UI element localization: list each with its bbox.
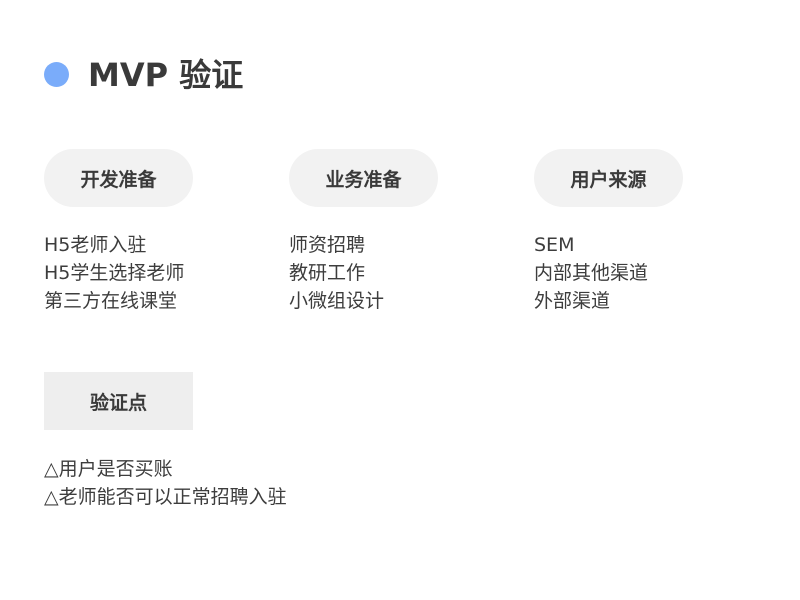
list-item: 外部渠道 (534, 290, 611, 312)
dev-prep-list: H5老师入驻 H5学生选择老师 第三方在线课堂 (44, 231, 184, 315)
business-prep-list: 师资招聘 教研工作 小微组设计 (289, 231, 384, 315)
slide: MVP 验证 开发准备 业务准备 用户来源 H5老师入驻 H5学生选择老师 第三… (0, 0, 800, 600)
list-item: H5学生选择老师 (44, 262, 185, 284)
list-item: 教研工作 (289, 262, 366, 284)
user-source-heading: 用户来源 (534, 149, 683, 207)
page-title: MVP 验证 (88, 56, 244, 94)
list-item: H5老师入驻 (44, 234, 147, 256)
list-item: 第三方在线课堂 (44, 290, 178, 312)
dev-prep-heading: 开发准备 (44, 149, 193, 207)
list-item: △老师能否可以正常招聘入驻 (44, 486, 287, 508)
list-item: 内部其他渠道 (534, 262, 649, 284)
verification-heading: 验证点 (44, 372, 193, 430)
user-source-list: SEM 内部其他渠道 外部渠道 (534, 231, 648, 315)
verification-list: △用户是否买账 △老师能否可以正常招聘入驻 (44, 455, 287, 511)
business-prep-heading: 业务准备 (289, 149, 438, 207)
list-item: SEM (534, 234, 575, 256)
list-item: △用户是否买账 (44, 458, 173, 480)
list-item: 师资招聘 (289, 234, 366, 256)
list-item: 小微组设计 (289, 290, 385, 312)
title-bullet-dot (44, 62, 69, 87)
